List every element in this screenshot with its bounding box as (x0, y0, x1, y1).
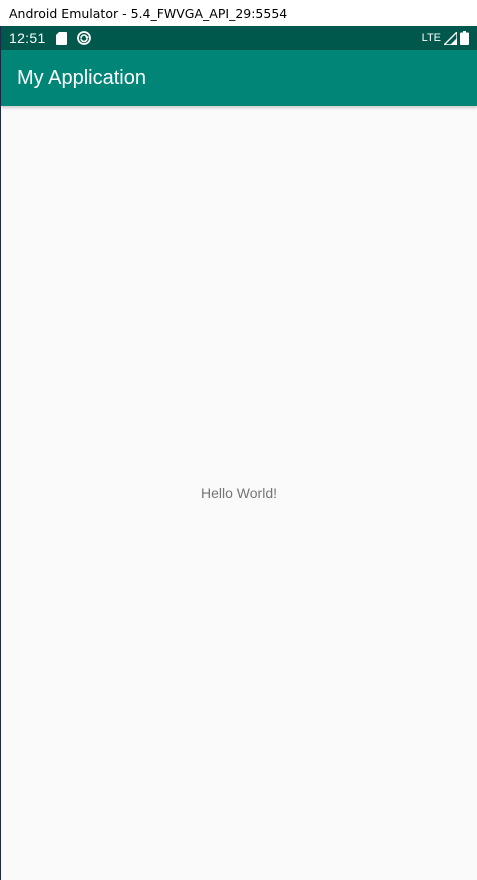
status-right: LTE (422, 31, 469, 45)
network-type-label: LTE (421, 32, 441, 44)
status-time: 12:51 (9, 30, 46, 46)
main-content: Hello World! (1, 106, 477, 880)
status-bar: 12:51 LTE (1, 26, 477, 50)
window-title-text: Android Emulator - 5.4_FWVGA_API_29:5554 (9, 5, 288, 21)
signal-icon (444, 31, 457, 45)
sd-card-icon (55, 31, 67, 45)
app-title: My Application (17, 66, 146, 89)
sync-icon (76, 31, 91, 45)
battery-icon (460, 31, 469, 45)
status-left: 12:51 (9, 30, 91, 46)
device-screen: 12:51 LTE My Application Hello World! (0, 26, 477, 880)
hello-world-text: Hello World! (201, 485, 277, 501)
emulator-window-title: Android Emulator - 5.4_FWVGA_API_29:5554 (0, 0, 477, 26)
app-bar: My Application (1, 50, 477, 106)
